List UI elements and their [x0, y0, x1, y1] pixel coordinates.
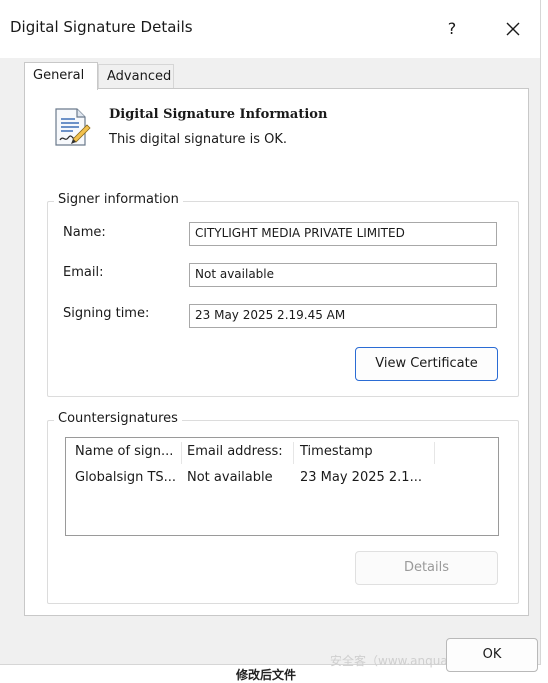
image-caption: 修改后文件: [236, 668, 297, 682]
watermark-text: 安全客（www.anquanke.com）: [330, 654, 446, 668]
countersignatures-list[interactable]: Name of sign... Email address: Timestamp…: [65, 437, 499, 536]
countersignatures-legend: Countersignatures: [54, 411, 182, 426]
column-divider[interactable]: [181, 442, 182, 464]
close-button[interactable]: [496, 12, 530, 46]
dialog-window: Digital Signature Details ? General Adva…: [0, 0, 541, 672]
info-title: Digital Signature Information: [109, 107, 328, 122]
name-field[interactable]: CITYLIGHT MEDIA PRIVATE LIMITED: [189, 222, 497, 246]
column-header-name[interactable]: Name of sign...: [75, 444, 173, 459]
column-divider[interactable]: [434, 442, 435, 464]
ok-button[interactable]: OK: [446, 638, 538, 672]
window-title: Digital Signature Details: [10, 18, 193, 36]
email-label: Email:: [63, 265, 104, 280]
signature-status: This digital signature is OK.: [109, 132, 288, 147]
tab-advanced[interactable]: Advanced: [98, 64, 174, 88]
close-icon: [506, 22, 520, 36]
column-header-email[interactable]: Email address:: [187, 444, 283, 459]
email-field[interactable]: Not available: [189, 263, 497, 287]
signing-time-field[interactable]: 23 May 2025 2.19.45 AM: [189, 304, 497, 328]
view-certificate-button[interactable]: View Certificate: [355, 347, 498, 381]
title-bar: Digital Signature Details ?: [0, 0, 540, 58]
signed-document-icon: [53, 107, 91, 151]
cell-signer-name: Globalsign TS...: [75, 470, 177, 485]
name-label: Name:: [63, 225, 106, 240]
details-button[interactable]: Details: [355, 551, 498, 585]
help-button[interactable]: ?: [438, 15, 466, 43]
tab-general[interactable]: General: [24, 62, 98, 90]
signing-time-label: Signing time:: [63, 306, 150, 321]
general-panel: Digital Signature Information This digit…: [24, 88, 529, 616]
column-header-timestamp[interactable]: Timestamp: [300, 444, 373, 459]
list-header: Name of sign... Email address: Timestamp: [66, 438, 498, 466]
signer-info-legend: Signer information: [54, 192, 183, 207]
column-divider[interactable]: [293, 442, 294, 464]
cell-timestamp: 23 May 2025 2.1...: [300, 470, 422, 485]
cell-email: Not available: [187, 470, 273, 485]
